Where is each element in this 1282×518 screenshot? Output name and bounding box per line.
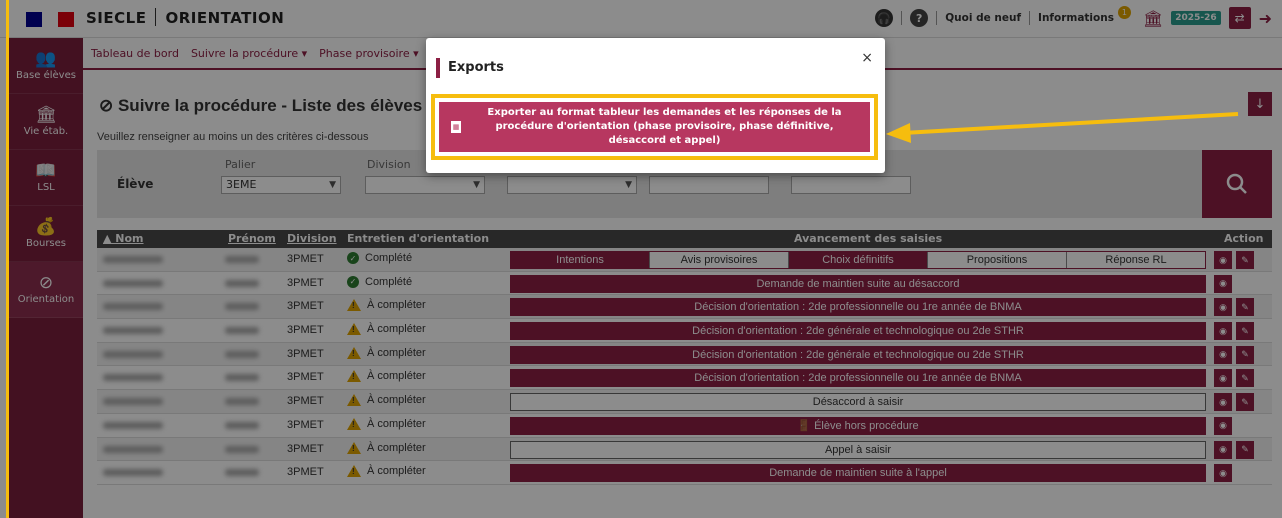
- export-spreadsheet-button[interactable]: ▦ Exporter au format tableur les demande…: [439, 102, 870, 152]
- exports-modal: Exports × ▦ Exporter au format tableur l…: [426, 38, 885, 173]
- spreadsheet-file-icon: ▦: [451, 121, 461, 133]
- highlight-left-edge: [6, 0, 9, 518]
- close-icon[interactable]: ×: [861, 50, 873, 66]
- modal-title: Exports: [436, 58, 504, 78]
- highlight-box: ▦ Exporter au format tableur les demande…: [431, 94, 878, 160]
- export-button-label: Exporter au format tableur les demandes …: [487, 107, 842, 146]
